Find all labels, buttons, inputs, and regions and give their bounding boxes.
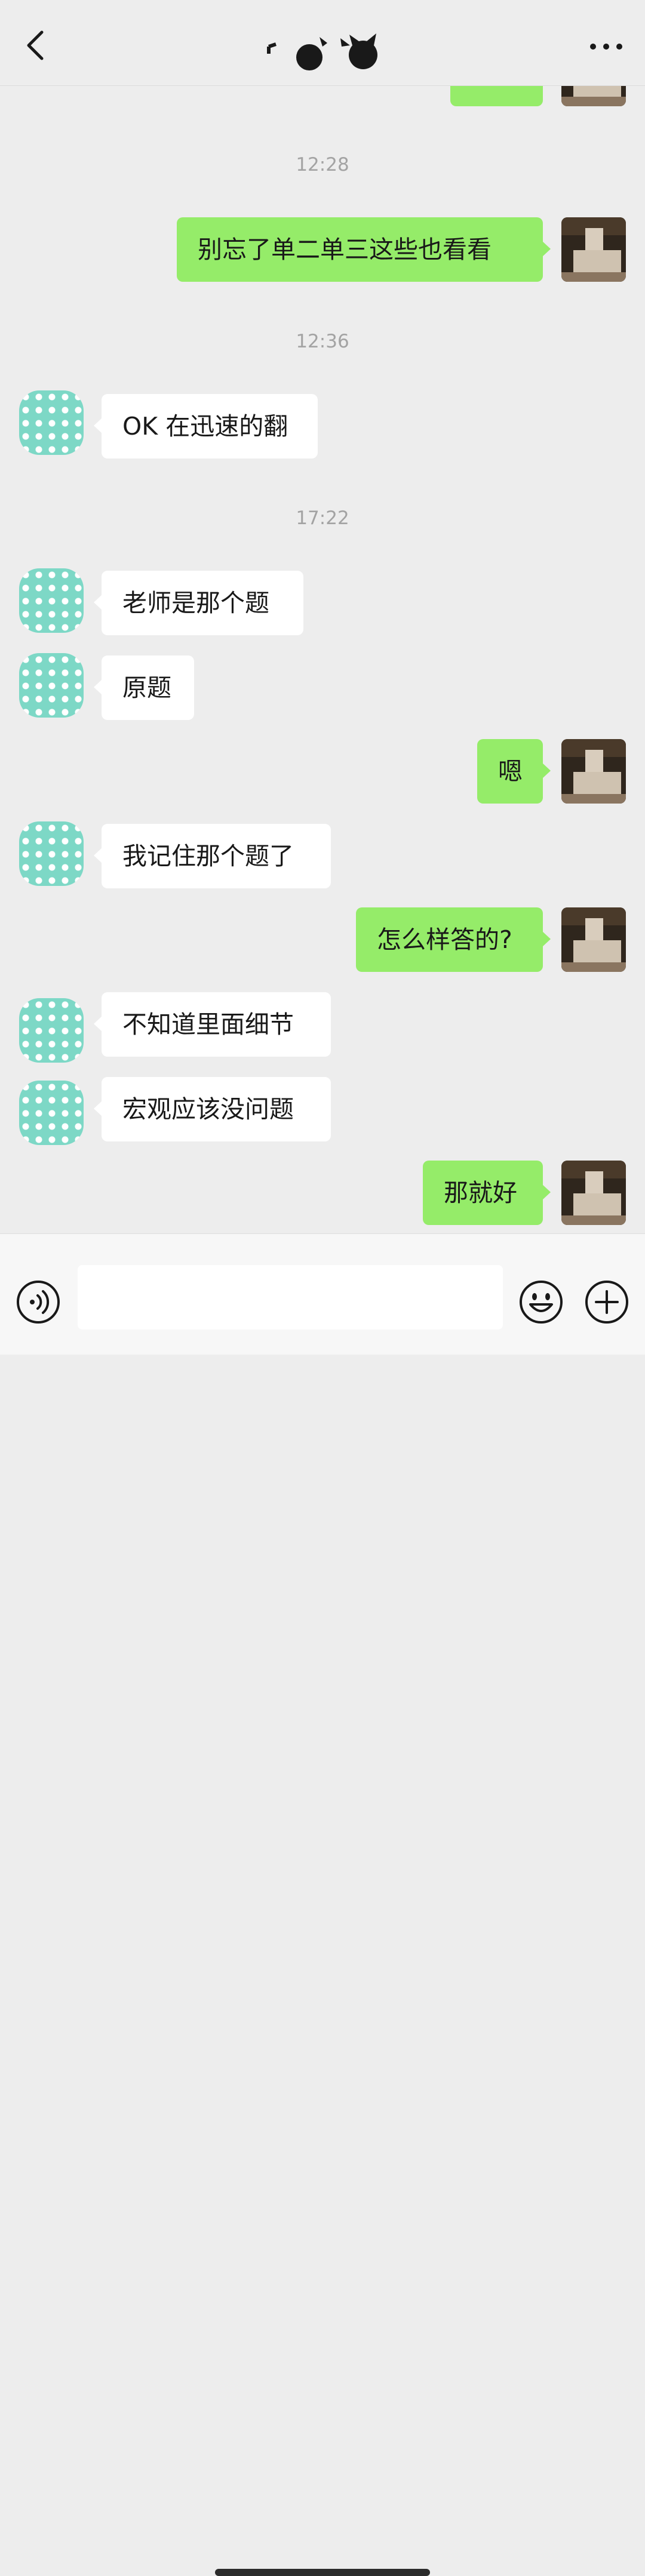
more-dots-icon[interactable]: [585, 30, 627, 63]
self-avatar[interactable]: [561, 217, 626, 282]
contact-avatar[interactable]: [19, 998, 84, 1063]
contact-name-image: [263, 30, 382, 78]
message-bubble-other[interactable]: OK 在迅速的翻: [94, 394, 318, 458]
message-input[interactable]: [78, 1265, 503, 1329]
message-bubble-self[interactable]: 嗯: [477, 739, 551, 804]
self-avatar[interactable]: [561, 907, 626, 972]
message-bubble-other[interactable]: 老师是那个题: [94, 571, 303, 635]
message-bubble-self[interactable]: 怎么样答的?: [356, 907, 551, 972]
timestamp: 17:22: [296, 507, 349, 529]
chat-header: [0, 0, 645, 86]
message-bubble-other[interactable]: 原题: [94, 655, 194, 720]
home-indicator[interactable]: [215, 2569, 430, 2576]
contact-avatar[interactable]: [19, 821, 84, 886]
chevron-left-icon[interactable]: [18, 24, 54, 67]
self-avatar[interactable]: [561, 739, 626, 804]
message-bubble-self[interactable]: 那就好: [423, 1161, 551, 1225]
message-bubble-other[interactable]: 不知道里面细节: [94, 992, 331, 1057]
voice-icon[interactable]: [16, 1279, 61, 1325]
emoji-icon[interactable]: [518, 1279, 564, 1325]
timestamp: 12:28: [296, 154, 349, 176]
contact-avatar[interactable]: [19, 568, 84, 633]
message-bubble-other[interactable]: 宏观应该没问题: [94, 1077, 331, 1141]
message-bubble-self[interactable]: 别忘了单二单三这些也看看: [177, 217, 551, 282]
contact-avatar[interactable]: [19, 390, 84, 455]
self-avatar[interactable]: [561, 1161, 626, 1225]
chat-history[interactable]: 好的 12:28 别忘了单二单三这些也看看 12:36 OK 在迅速的翻 17:…: [0, 0, 645, 1233]
input-bar: [0, 1233, 645, 2576]
contact-avatar[interactable]: [19, 1081, 84, 1145]
timestamp: 12:36: [296, 331, 349, 352]
contact-avatar[interactable]: [19, 653, 84, 718]
plus-icon[interactable]: [584, 1279, 629, 1325]
message-bubble-other[interactable]: 我记住那个题了: [94, 824, 331, 888]
